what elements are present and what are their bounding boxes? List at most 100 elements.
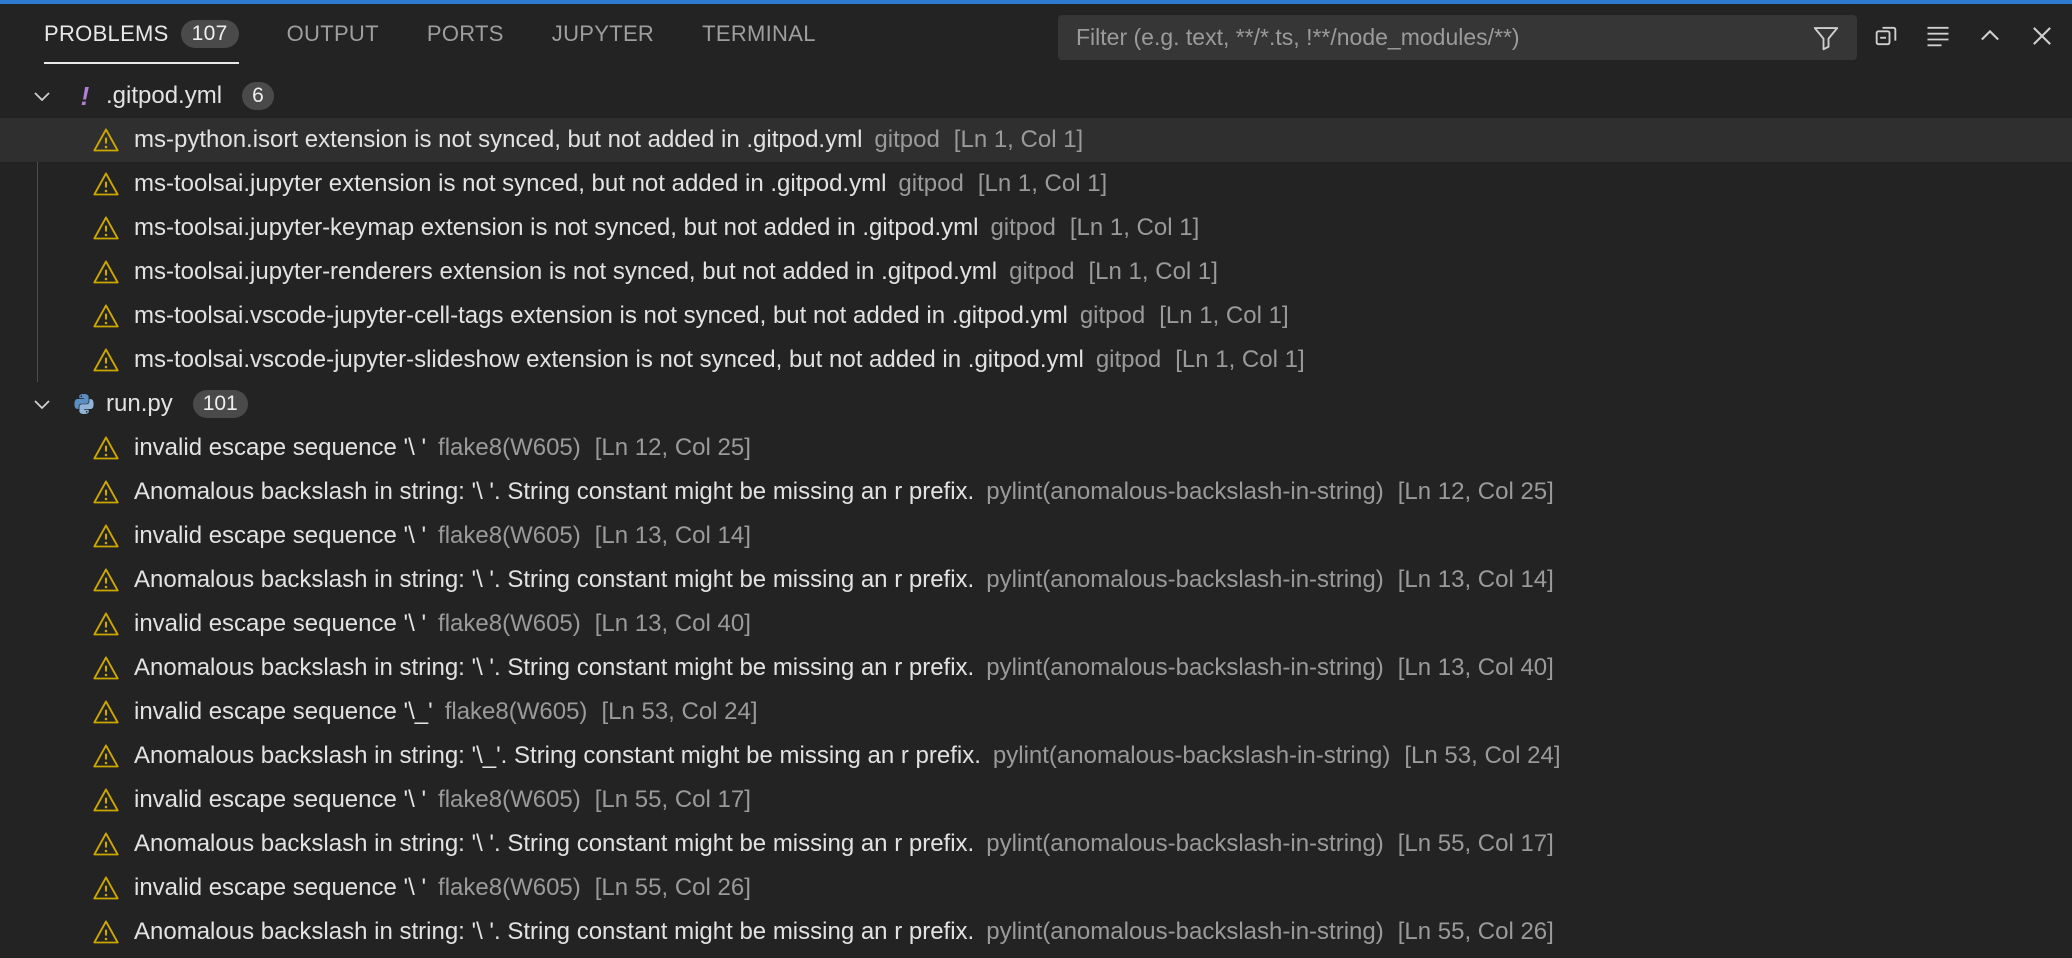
tab-jupyter[interactable]: JUPYTER (552, 4, 654, 64)
warning-icon (93, 480, 119, 504)
filter-input[interactable] (1074, 23, 1811, 52)
warning-icon (93, 524, 119, 548)
problem-source: pylint(anomalous-backslash-in-string) (986, 830, 1384, 857)
python-icon (74, 394, 94, 414)
problem-row[interactable]: invalid escape sequence '\ ' flake8(W605… (0, 866, 2072, 910)
warning-icon (93, 304, 119, 328)
problem-message: invalid escape sequence '\_' (134, 698, 433, 725)
problem-row[interactable]: ms-toolsai.vscode-jupyter-cell-tags exte… (0, 294, 2072, 338)
problems-count-badge: 107 (180, 20, 239, 48)
problem-message: Anomalous backslash in string: '\ '. Str… (134, 830, 975, 857)
problem-source: flake8(W605) (438, 434, 581, 461)
warning-icon (93, 788, 119, 812)
copy-icon[interactable] (1872, 22, 1900, 50)
problem-source: pylint(anomalous-backslash-in-string) (986, 918, 1384, 945)
tab-label: TERMINAL (702, 21, 816, 46)
problem-message: Anomalous backslash in string: '\ '. Str… (134, 566, 975, 593)
problem-message: invalid escape sequence '\ ' (134, 610, 427, 637)
problem-location: [Ln 1, Col 1] (1069, 214, 1200, 241)
problems-tree: ! .gitpod.yml 6 ms-python.isort extensio… (0, 74, 2072, 954)
problem-message: invalid escape sequence '\ ' (134, 434, 427, 461)
problem-location: [Ln 55, Col 17] (1397, 830, 1554, 857)
problem-message: Anomalous backslash in string: '\ '. Str… (134, 478, 975, 505)
problem-message: ms-python.isort extension is not synced,… (134, 126, 863, 153)
problem-row[interactable]: ms-toolsai.jupyter-keymap extension is n… (0, 206, 2072, 250)
problem-location: [Ln 12, Col 25] (1397, 478, 1554, 505)
problem-message: ms-toolsai.jupyter-renderers extension i… (134, 258, 998, 285)
problem-source: pylint(anomalous-backslash-in-string) (986, 566, 1384, 593)
problem-row[interactable]: Anomalous backslash in string: '\ '. Str… (0, 558, 2072, 602)
close-icon[interactable] (2028, 22, 2056, 50)
chevron-down-icon[interactable] (30, 392, 54, 416)
problem-location: [Ln 1, Col 1] (1175, 346, 1305, 373)
problem-location: [Ln 53, Col 24] (601, 698, 758, 725)
warning-icon (93, 832, 119, 856)
problem-row[interactable]: Anomalous backslash in string: '\ '. Str… (0, 910, 2072, 954)
tab-output[interactable]: OUTPUT (287, 4, 379, 64)
problem-row[interactable]: Anomalous backslash in string: '\ '. Str… (0, 822, 2072, 866)
problem-location: [Ln 1, Col 1] (953, 126, 1084, 153)
problem-source: flake8(W605) (438, 610, 581, 637)
problem-row[interactable]: Anomalous backslash in string: '\ '. Str… (0, 470, 2072, 514)
problem-row[interactable]: invalid escape sequence '\ ' flake8(W605… (0, 426, 2072, 470)
wrap-icon[interactable] (1924, 22, 1952, 50)
problem-row[interactable]: ms-toolsai.vscode-jupyter-slideshow exte… (0, 338, 2072, 382)
tab-problems[interactable]: PROBLEMS 107 (44, 4, 239, 64)
problem-source: flake8(W605) (438, 874, 581, 901)
problem-row[interactable]: Anomalous backslash in string: '\_'. Str… (0, 734, 2072, 778)
chevron-down-icon[interactable] (30, 84, 54, 108)
problem-message: invalid escape sequence '\ ' (134, 874, 427, 901)
tab-ports[interactable]: PORTS (427, 4, 504, 64)
warning-icon (93, 568, 119, 592)
warning-icon (93, 172, 119, 196)
exclamation-icon: ! (80, 80, 90, 111)
problem-message: Anomalous backslash in string: '\ '. Str… (134, 654, 975, 681)
problem-list: invalid escape sequence '\ ' flake8(W605… (0, 426, 2072, 954)
problem-message: invalid escape sequence '\ ' (134, 522, 427, 549)
panel-actions (1872, 22, 2056, 50)
problem-source: gitpod (990, 214, 1056, 241)
file-count-badge: 101 (192, 390, 248, 418)
problem-source: flake8(W605) (444, 698, 588, 725)
warning-icon (93, 436, 119, 460)
problem-row[interactable]: invalid escape sequence '\ ' flake8(W605… (0, 514, 2072, 558)
file-name: .gitpod.yml (106, 82, 223, 109)
problem-source: pylint(anomalous-backslash-in-string) (992, 742, 1391, 769)
problem-message: Anomalous backslash in string: '\_'. Str… (134, 742, 981, 769)
file-name: run.py (106, 390, 173, 417)
filter-box (1058, 15, 1857, 60)
warning-icon (93, 612, 119, 636)
problem-location: [Ln 13, Col 14] (1397, 566, 1554, 593)
problem-message: ms-toolsai.vscode-jupyter-slideshow exte… (134, 346, 1084, 373)
problem-location: [Ln 12, Col 25] (594, 434, 751, 461)
warning-icon (93, 128, 119, 152)
problem-row[interactable]: invalid escape sequence '\ ' flake8(W605… (0, 778, 2072, 822)
file-row-run-py[interactable]: run.py 101 (0, 382, 2072, 426)
chevron-up-icon[interactable] (1976, 22, 2004, 50)
problem-source: gitpod (1009, 258, 1075, 285)
warning-icon (93, 348, 119, 372)
warning-icon (93, 260, 119, 284)
problem-row[interactable]: ms-python.isort extension is not synced,… (0, 118, 2072, 162)
tab-terminal[interactable]: TERMINAL (702, 4, 816, 64)
file-row-gitpod-yml[interactable]: ! .gitpod.yml 6 (0, 74, 2072, 118)
panel-tabs: PROBLEMS 107 OUTPUT PORTS JUPYTER TERMIN… (44, 4, 864, 64)
problem-location: [Ln 13, Col 14] (594, 522, 751, 549)
problem-location: [Ln 13, Col 40] (594, 610, 751, 637)
warning-icon (93, 920, 119, 944)
problem-row[interactable]: invalid escape sequence '\_' flake8(W605… (0, 690, 2072, 734)
problem-row[interactable]: ms-toolsai.jupyter extension is not sync… (0, 162, 2072, 206)
problem-list: ms-python.isort extension is not synced,… (0, 118, 2072, 382)
problem-message: ms-toolsai.jupyter-keymap extension is n… (134, 214, 979, 241)
problem-row[interactable]: Anomalous backslash in string: '\ '. Str… (0, 646, 2072, 690)
problem-source: flake8(W605) (438, 522, 581, 549)
problem-message: Anomalous backslash in string: '\ '. Str… (134, 918, 975, 945)
problem-source: gitpod (1079, 302, 1146, 329)
filter-icon[interactable] (1811, 23, 1841, 53)
problem-row[interactable]: invalid escape sequence '\ ' flake8(W605… (0, 602, 2072, 646)
warning-icon (93, 216, 119, 240)
problem-row[interactable]: ms-toolsai.jupyter-renderers extension i… (0, 250, 2072, 294)
problem-source: pylint(anomalous-backslash-in-string) (986, 478, 1384, 505)
problem-source: gitpod (874, 126, 940, 153)
problem-message: ms-toolsai.vscode-jupyter-cell-tags exte… (134, 302, 1068, 329)
